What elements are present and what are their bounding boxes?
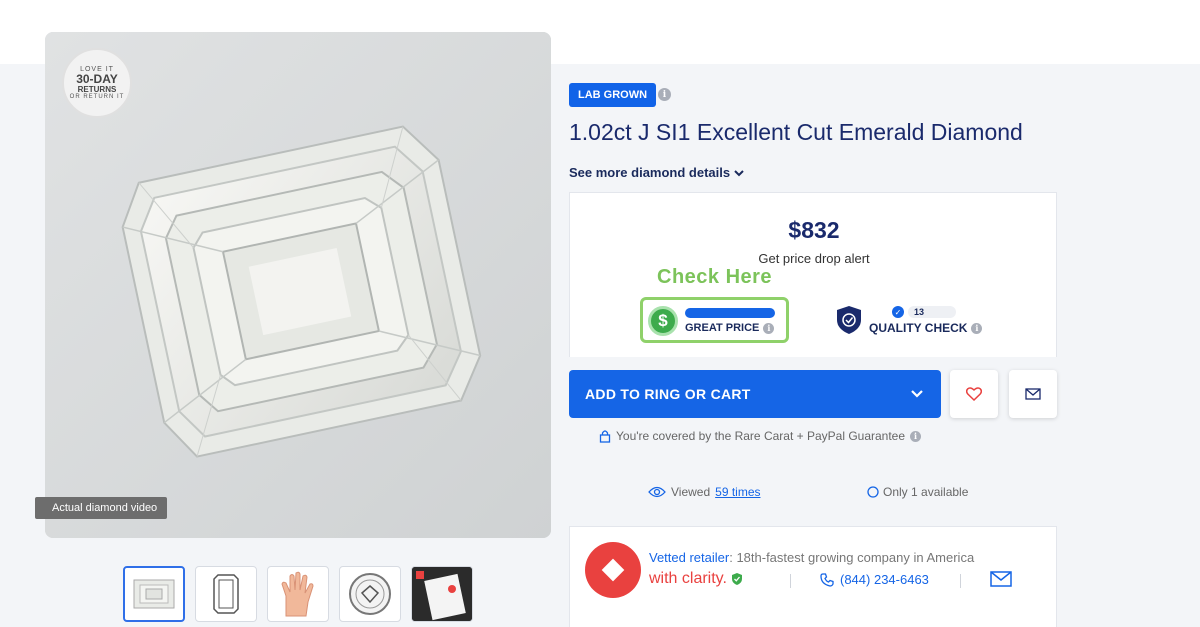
guarantee-text: You're covered by the Rare Carat + PayPa… (616, 429, 906, 443)
divider (790, 574, 791, 588)
mail-icon (1025, 388, 1041, 400)
heart-icon (966, 387, 982, 401)
email-share-button[interactable] (1009, 370, 1057, 418)
info-icon[interactable]: i (971, 322, 983, 334)
vetted-retailer-text: Vetted retailer: 18th-fastest growing co… (649, 550, 974, 565)
returns-badge-line2: 30-DAY (76, 72, 118, 86)
info-icon[interactable]: i (763, 322, 775, 334)
viewed-count: Viewed 59 times (648, 485, 761, 499)
product-title: 1.02ct J SI1 Excellent Cut Emerald Diamo… (569, 119, 1023, 145)
quality-check-label: QUALITY CHECK (869, 321, 968, 335)
check-here-annotation: Check Here (657, 266, 773, 288)
thumbnail-certificate-document[interactable] (411, 566, 473, 622)
returns-badge-line4: OR RETURN IT (69, 94, 125, 100)
vetted-description: : 18th-fastest growing company in Americ… (729, 550, 975, 565)
verified-shield-icon (731, 573, 742, 585)
eye-icon (648, 486, 666, 498)
thirty-day-returns-badge: LOVE IT 30-DAY RETURNS OR RETURN IT (62, 48, 132, 118)
redaction-bar (685, 308, 775, 318)
circle-icon (867, 486, 879, 498)
diamond-icon (601, 558, 625, 582)
retailer-logo (585, 542, 641, 598)
phone-icon (820, 572, 834, 587)
retailer-name: with clarity. (649, 570, 743, 588)
thumbnail-hand-with-ring[interactable] (267, 566, 329, 622)
info-icon[interactable]: i (910, 430, 922, 442)
dollar-icon: $ (648, 306, 678, 336)
retailer-name-text: with clarity. (649, 570, 727, 587)
retailer-phone-link[interactable]: (844) 234-6463 (820, 572, 929, 587)
viewed-prefix: Viewed (671, 485, 711, 499)
guarantee-note: You're covered by the Rare Carat + PayPa… (599, 429, 922, 443)
vetted-label: Vetted retailer (649, 550, 730, 565)
chevron-down-icon (734, 169, 744, 176)
lock-icon (599, 430, 611, 443)
price-drop-alert-link[interactable]: Get price drop alert (570, 251, 1058, 266)
quality-check-label-row: QUALITY CHECK i (869, 321, 983, 335)
phone-number: (844) 234-6463 (840, 572, 929, 587)
great-price-label: GREAT PRICE (685, 322, 760, 334)
quality-pill: 13 (908, 306, 956, 318)
checkmark-icon: ✓ (892, 306, 904, 318)
availability-text: Only 1 available (883, 485, 969, 499)
thumbnail-strip (123, 566, 473, 622)
great-price-label-row: GREAT PRICE i (685, 322, 775, 334)
great-price-badge[interactable]: $ GREAT PRICE i (640, 297, 789, 343)
thumbnail-emerald-cut-diamond[interactable] (123, 566, 185, 622)
retailer-panel: Vetted retailer: 18th-fastest growing co… (569, 526, 1057, 627)
price-value: $832 (788, 217, 840, 243)
thumbnail-certificate-seal[interactable] (339, 566, 401, 622)
viewed-times-link[interactable]: 59 times (715, 485, 760, 499)
returns-badge-line3: RETURNS (77, 85, 117, 94)
details-link-label: See more diamond details (569, 165, 731, 180)
actual-video-label[interactable]: Actual diamond video (35, 497, 168, 519)
info-icon[interactable]: i (658, 88, 671, 101)
mail-icon[interactable] (990, 571, 1012, 587)
see-more-details-link[interactable]: See more diamond details (569, 165, 745, 180)
thumbnail-diamond-outline[interactable] (195, 566, 257, 622)
add-to-ring-or-cart-button[interactable]: ADD TO RING OR CART (569, 370, 941, 418)
lab-grown-tag: LAB GROWN (569, 83, 657, 107)
shield-check-icon (837, 306, 861, 334)
chevron-down-icon[interactable] (909, 386, 925, 402)
add-to-cart-label: ADD TO RING OR CART (585, 386, 751, 402)
divider (960, 574, 961, 588)
availability-note: Only 1 available (867, 485, 968, 499)
favorite-button[interactable] (950, 370, 998, 418)
